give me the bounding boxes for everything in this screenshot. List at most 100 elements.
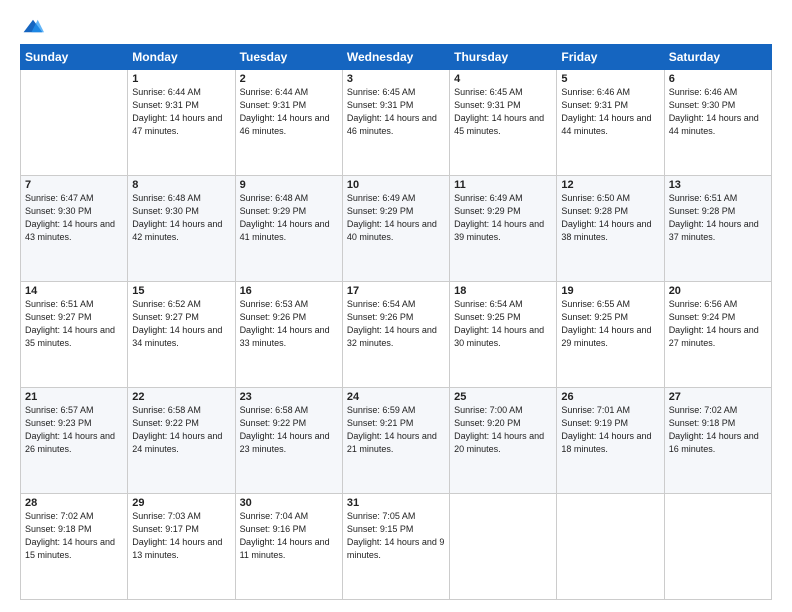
day-number: 18 xyxy=(454,285,552,297)
weekday-header-friday: Friday xyxy=(557,45,664,70)
day-number: 6 xyxy=(669,73,767,85)
day-cell xyxy=(557,494,664,600)
week-row-5: 28Sunrise: 7:02 AMSunset: 9:18 PMDayligh… xyxy=(21,494,772,600)
day-cell: 6Sunrise: 6:46 AMSunset: 9:30 PMDaylight… xyxy=(664,70,771,176)
day-info: Sunrise: 6:58 AMSunset: 9:22 PMDaylight:… xyxy=(240,404,338,456)
day-number: 14 xyxy=(25,285,123,297)
logo-icon xyxy=(22,18,44,34)
day-cell: 23Sunrise: 6:58 AMSunset: 9:22 PMDayligh… xyxy=(235,388,342,494)
day-cell: 21Sunrise: 6:57 AMSunset: 9:23 PMDayligh… xyxy=(21,388,128,494)
day-number: 7 xyxy=(25,179,123,191)
day-number: 20 xyxy=(669,285,767,297)
day-cell: 16Sunrise: 6:53 AMSunset: 9:26 PMDayligh… xyxy=(235,282,342,388)
calendar-table: SundayMondayTuesdayWednesdayThursdayFrid… xyxy=(20,44,772,600)
day-cell: 24Sunrise: 6:59 AMSunset: 9:21 PMDayligh… xyxy=(342,388,449,494)
day-cell: 7Sunrise: 6:47 AMSunset: 9:30 PMDaylight… xyxy=(21,176,128,282)
day-cell: 10Sunrise: 6:49 AMSunset: 9:29 PMDayligh… xyxy=(342,176,449,282)
day-info: Sunrise: 7:02 AMSunset: 9:18 PMDaylight:… xyxy=(669,404,767,456)
day-number: 27 xyxy=(669,391,767,403)
calendar-page: SundayMondayTuesdayWednesdayThursdayFrid… xyxy=(0,0,792,612)
day-info: Sunrise: 6:49 AMSunset: 9:29 PMDaylight:… xyxy=(347,192,445,244)
day-number: 16 xyxy=(240,285,338,297)
day-info: Sunrise: 7:00 AMSunset: 9:20 PMDaylight:… xyxy=(454,404,552,456)
weekday-header-monday: Monday xyxy=(128,45,235,70)
week-row-1: 1Sunrise: 6:44 AMSunset: 9:31 PMDaylight… xyxy=(21,70,772,176)
day-number: 2 xyxy=(240,73,338,85)
day-number: 26 xyxy=(561,391,659,403)
day-cell: 4Sunrise: 6:45 AMSunset: 9:31 PMDaylight… xyxy=(450,70,557,176)
logo xyxy=(20,18,48,34)
day-number: 13 xyxy=(669,179,767,191)
day-info: Sunrise: 6:49 AMSunset: 9:29 PMDaylight:… xyxy=(454,192,552,244)
calendar-body: 1Sunrise: 6:44 AMSunset: 9:31 PMDaylight… xyxy=(21,70,772,600)
day-cell: 12Sunrise: 6:50 AMSunset: 9:28 PMDayligh… xyxy=(557,176,664,282)
day-cell: 28Sunrise: 7:02 AMSunset: 9:18 PMDayligh… xyxy=(21,494,128,600)
day-number: 8 xyxy=(132,179,230,191)
day-info: Sunrise: 6:51 AMSunset: 9:27 PMDaylight:… xyxy=(25,298,123,350)
day-number: 31 xyxy=(347,497,445,509)
day-info: Sunrise: 6:56 AMSunset: 9:24 PMDaylight:… xyxy=(669,298,767,350)
day-info: Sunrise: 6:45 AMSunset: 9:31 PMDaylight:… xyxy=(347,86,445,138)
day-number: 11 xyxy=(454,179,552,191)
week-row-4: 21Sunrise: 6:57 AMSunset: 9:23 PMDayligh… xyxy=(21,388,772,494)
day-number: 1 xyxy=(132,73,230,85)
day-cell: 31Sunrise: 7:05 AMSunset: 9:15 PMDayligh… xyxy=(342,494,449,600)
day-cell: 15Sunrise: 6:52 AMSunset: 9:27 PMDayligh… xyxy=(128,282,235,388)
day-info: Sunrise: 6:52 AMSunset: 9:27 PMDaylight:… xyxy=(132,298,230,350)
day-info: Sunrise: 6:44 AMSunset: 9:31 PMDaylight:… xyxy=(240,86,338,138)
day-cell: 14Sunrise: 6:51 AMSunset: 9:27 PMDayligh… xyxy=(21,282,128,388)
day-number: 25 xyxy=(454,391,552,403)
day-number: 22 xyxy=(132,391,230,403)
weekday-header-sunday: Sunday xyxy=(21,45,128,70)
day-number: 15 xyxy=(132,285,230,297)
day-info: Sunrise: 6:51 AMSunset: 9:28 PMDaylight:… xyxy=(669,192,767,244)
day-info: Sunrise: 6:50 AMSunset: 9:28 PMDaylight:… xyxy=(561,192,659,244)
day-info: Sunrise: 6:57 AMSunset: 9:23 PMDaylight:… xyxy=(25,404,123,456)
day-info: Sunrise: 6:53 AMSunset: 9:26 PMDaylight:… xyxy=(240,298,338,350)
day-cell xyxy=(450,494,557,600)
day-info: Sunrise: 6:44 AMSunset: 9:31 PMDaylight:… xyxy=(132,86,230,138)
day-number: 23 xyxy=(240,391,338,403)
day-number: 29 xyxy=(132,497,230,509)
day-cell: 22Sunrise: 6:58 AMSunset: 9:22 PMDayligh… xyxy=(128,388,235,494)
day-info: Sunrise: 6:54 AMSunset: 9:25 PMDaylight:… xyxy=(454,298,552,350)
weekday-header-row: SundayMondayTuesdayWednesdayThursdayFrid… xyxy=(21,45,772,70)
day-cell: 5Sunrise: 6:46 AMSunset: 9:31 PMDaylight… xyxy=(557,70,664,176)
day-info: Sunrise: 7:04 AMSunset: 9:16 PMDaylight:… xyxy=(240,510,338,562)
day-info: Sunrise: 6:58 AMSunset: 9:22 PMDaylight:… xyxy=(132,404,230,456)
day-cell: 26Sunrise: 7:01 AMSunset: 9:19 PMDayligh… xyxy=(557,388,664,494)
day-number: 24 xyxy=(347,391,445,403)
day-number: 5 xyxy=(561,73,659,85)
weekday-header-thursday: Thursday xyxy=(450,45,557,70)
day-number: 21 xyxy=(25,391,123,403)
day-cell: 18Sunrise: 6:54 AMSunset: 9:25 PMDayligh… xyxy=(450,282,557,388)
day-cell: 30Sunrise: 7:04 AMSunset: 9:16 PMDayligh… xyxy=(235,494,342,600)
day-cell: 27Sunrise: 7:02 AMSunset: 9:18 PMDayligh… xyxy=(664,388,771,494)
day-number: 28 xyxy=(25,497,123,509)
day-cell: 29Sunrise: 7:03 AMSunset: 9:17 PMDayligh… xyxy=(128,494,235,600)
day-cell: 3Sunrise: 6:45 AMSunset: 9:31 PMDaylight… xyxy=(342,70,449,176)
day-number: 12 xyxy=(561,179,659,191)
day-cell: 20Sunrise: 6:56 AMSunset: 9:24 PMDayligh… xyxy=(664,282,771,388)
day-info: Sunrise: 6:55 AMSunset: 9:25 PMDaylight:… xyxy=(561,298,659,350)
day-info: Sunrise: 6:54 AMSunset: 9:26 PMDaylight:… xyxy=(347,298,445,350)
day-cell: 2Sunrise: 6:44 AMSunset: 9:31 PMDaylight… xyxy=(235,70,342,176)
day-info: Sunrise: 6:47 AMSunset: 9:30 PMDaylight:… xyxy=(25,192,123,244)
weekday-header-wednesday: Wednesday xyxy=(342,45,449,70)
day-info: Sunrise: 7:02 AMSunset: 9:18 PMDaylight:… xyxy=(25,510,123,562)
day-info: Sunrise: 7:05 AMSunset: 9:15 PMDaylight:… xyxy=(347,510,445,562)
day-cell xyxy=(664,494,771,600)
day-info: Sunrise: 6:48 AMSunset: 9:29 PMDaylight:… xyxy=(240,192,338,244)
weekday-header-saturday: Saturday xyxy=(664,45,771,70)
day-number: 17 xyxy=(347,285,445,297)
day-info: Sunrise: 6:45 AMSunset: 9:31 PMDaylight:… xyxy=(454,86,552,138)
day-cell: 19Sunrise: 6:55 AMSunset: 9:25 PMDayligh… xyxy=(557,282,664,388)
week-row-2: 7Sunrise: 6:47 AMSunset: 9:30 PMDaylight… xyxy=(21,176,772,282)
day-info: Sunrise: 7:01 AMSunset: 9:19 PMDaylight:… xyxy=(561,404,659,456)
day-cell: 9Sunrise: 6:48 AMSunset: 9:29 PMDaylight… xyxy=(235,176,342,282)
week-row-3: 14Sunrise: 6:51 AMSunset: 9:27 PMDayligh… xyxy=(21,282,772,388)
day-cell: 25Sunrise: 7:00 AMSunset: 9:20 PMDayligh… xyxy=(450,388,557,494)
day-cell: 8Sunrise: 6:48 AMSunset: 9:30 PMDaylight… xyxy=(128,176,235,282)
day-cell xyxy=(21,70,128,176)
day-cell: 1Sunrise: 6:44 AMSunset: 9:31 PMDaylight… xyxy=(128,70,235,176)
